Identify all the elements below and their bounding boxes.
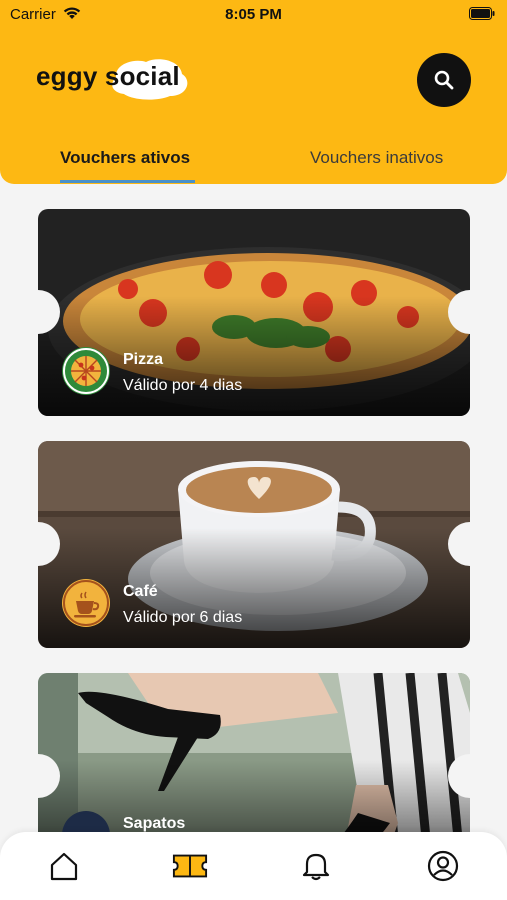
ticket-icon — [172, 854, 208, 878]
status-bar: Carrier 8:05 PM — [0, 0, 507, 28]
search-icon — [434, 70, 454, 90]
voucher-card-pizza[interactable]: Pizza Válido por 4 dias — [38, 209, 470, 416]
home-icon — [50, 852, 78, 881]
nav-notifications[interactable] — [298, 848, 334, 884]
coffee-cup-icon — [62, 579, 110, 627]
nav-vouchers[interactable] — [172, 848, 208, 884]
voucher-tabs: Vouchers ativos Vouchers inativos — [0, 148, 507, 184]
tab-active-vouchers[interactable]: Vouchers ativos — [60, 148, 190, 168]
nav-profile[interactable] — [425, 848, 461, 884]
bottom-navigation — [0, 832, 507, 900]
tab-inactive-vouchers[interactable]: Vouchers inativos — [310, 148, 443, 168]
active-tab-indicator — [60, 180, 195, 183]
voucher-validity: Válido por 6 dias — [123, 609, 243, 626]
profile-icon — [427, 850, 459, 882]
voucher-title: Sapatos — [123, 815, 186, 832]
battery-icon — [469, 7, 495, 20]
search-button[interactable] — [417, 53, 471, 107]
voucher-card-cafe[interactable]: Café Válido por 6 dias — [38, 441, 470, 648]
clock: 8:05 PM — [225, 6, 282, 23]
bell-icon — [302, 853, 330, 881]
app-header: Carrier 8:05 PM eggy social Vouchers ati… — [0, 0, 507, 184]
voucher-validity: Válido por 4 dias — [123, 377, 243, 394]
pizza-icon — [62, 347, 110, 395]
logo-text: eggy social — [36, 61, 180, 91]
voucher-title: Pizza — [123, 351, 164, 368]
voucher-title: Café — [123, 583, 158, 600]
nav-home[interactable] — [46, 848, 82, 884]
